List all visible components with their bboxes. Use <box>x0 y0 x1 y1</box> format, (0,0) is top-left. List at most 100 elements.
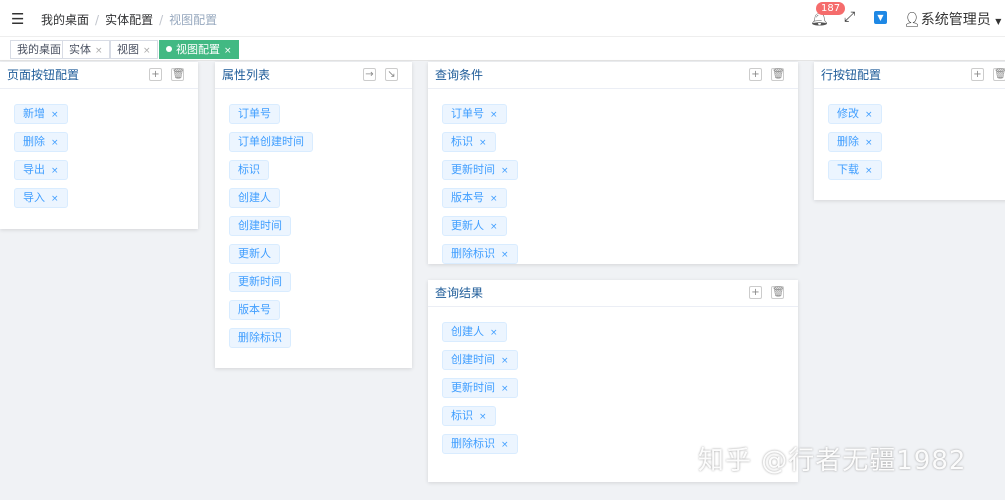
close-icon[interactable]: × <box>143 46 151 56</box>
tag-label: 更新人 <box>451 219 484 232</box>
field-tag[interactable]: 删除标识 <box>229 328 291 348</box>
close-icon[interactable]: × <box>490 222 498 232</box>
close-icon[interactable]: × <box>865 166 873 176</box>
field-tag[interactable]: 删除 × <box>14 132 68 152</box>
field-tag[interactable]: 更新时间 × <box>442 378 518 398</box>
field-tag[interactable]: 更新人 <box>229 244 280 264</box>
tag-label: 下载 <box>837 163 859 176</box>
close-icon[interactable]: × <box>865 110 873 120</box>
panel-header: 行按钮配置 + 🗑︎ <box>814 62 1005 89</box>
field-tag[interactable]: 创建时间 × <box>442 350 518 370</box>
tag-label: 更新时间 <box>451 163 495 176</box>
tag-label: 标识 <box>238 163 260 176</box>
panel-title: 属性列表 <box>222 68 271 82</box>
tag-label: 更新时间 <box>238 275 282 288</box>
user-menu[interactable]: 👤︎系统管理员 ▼ <box>903 9 1001 29</box>
close-icon[interactable]: × <box>501 356 509 366</box>
field-tag[interactable]: 创建时间 <box>229 216 291 236</box>
tag-label: 导入 <box>23 191 45 204</box>
field-tag[interactable]: 订单号 <box>229 104 280 124</box>
tag-label: 导出 <box>23 163 45 176</box>
close-icon[interactable]: × <box>224 46 232 56</box>
field-tag[interactable]: 更新人 × <box>442 216 507 236</box>
close-icon[interactable]: × <box>490 110 498 120</box>
close-icon[interactable]: × <box>490 194 498 204</box>
panel-title: 查询条件 <box>435 68 484 82</box>
plus-icon[interactable]: + <box>749 286 762 299</box>
trash-icon[interactable]: 🗑︎ <box>171 68 185 81</box>
field-tag[interactable]: 更新时间 × <box>442 160 518 180</box>
field-tag[interactable]: 创建人 <box>229 188 280 208</box>
field-tag[interactable]: 修改 × <box>828 104 882 124</box>
active-dot-icon <box>166 46 172 52</box>
arrow-down-right-icon[interactable]: ↘ <box>385 68 398 81</box>
field-tag[interactable]: 下载 × <box>828 160 882 180</box>
field-tag[interactable]: 订单号 × <box>442 104 507 124</box>
breadcrumb-item[interactable]: 我的桌面 <box>41 13 89 27</box>
field-tag[interactable]: 删除标识 × <box>442 434 518 454</box>
dropdown-square-icon[interactable]: ▼ <box>874 11 887 24</box>
field-tag[interactable]: 版本号 <box>229 300 280 320</box>
tab-view[interactable]: 视图 × <box>110 40 158 59</box>
field-tag[interactable]: 订单创建时间 <box>229 132 313 152</box>
tab-desktop[interactable]: 我的桌面 <box>10 40 68 59</box>
tag-label: 订单号 <box>451 107 484 120</box>
plus-icon[interactable]: + <box>971 68 984 81</box>
plus-icon[interactable]: + <box>749 68 762 81</box>
field-tag[interactable]: 新增 × <box>14 104 68 124</box>
breadcrumb: 我的桌面 / 实体配置 / 视图配置 <box>41 13 218 27</box>
notification-badge: 187 <box>816 2 846 15</box>
close-icon[interactable]: × <box>95 46 103 56</box>
panel-title: 行按钮配置 <box>821 68 882 82</box>
field-tag[interactable]: 更新时间 <box>229 272 291 292</box>
field-tag[interactable]: 删除标识 × <box>442 244 518 264</box>
tab-label: 视图 <box>117 43 139 56</box>
trash-icon[interactable]: 🗑︎ <box>993 68 1005 81</box>
close-icon[interactable]: × <box>51 110 59 120</box>
close-icon[interactable]: × <box>501 384 509 394</box>
tab-entity[interactable]: 实体 × <box>62 40 110 59</box>
top-navbar: ☰ 我的桌面 / 实体配置 / 视图配置 🔔︎ 187 ⤢ ▼ 👤︎系统管理员 ▼ <box>0 0 1005 37</box>
panel-header: 页面按钮配置 + 🗑︎ <box>0 62 198 89</box>
arrow-right-icon[interactable]: → <box>363 68 376 81</box>
tab-view-config[interactable]: 视图配置 × <box>159 40 239 59</box>
close-icon[interactable]: × <box>490 328 498 338</box>
field-tag[interactable]: 标识 × <box>442 406 496 426</box>
fullscreen-icon[interactable]: ⤢ <box>844 9 855 25</box>
field-tag[interactable]: 标识 × <box>442 132 496 152</box>
close-icon[interactable]: × <box>865 138 873 148</box>
hamburger-icon[interactable]: ☰ <box>11 10 24 28</box>
close-icon[interactable]: × <box>501 250 509 260</box>
panel-title: 查询结果 <box>435 286 484 300</box>
field-tag[interactable]: 导出 × <box>14 160 68 180</box>
field-tag[interactable]: 版本号 × <box>442 188 507 208</box>
trash-icon[interactable]: 🗑︎ <box>771 68 785 81</box>
field-tag[interactable]: 删除 × <box>828 132 882 152</box>
field-tag[interactable]: 创建人 × <box>442 322 507 342</box>
panel-header: 查询结果 + 🗑︎ <box>428 280 798 307</box>
close-icon[interactable]: × <box>51 166 59 176</box>
field-tag[interactable]: 导入 × <box>14 188 68 208</box>
close-icon[interactable]: × <box>479 412 487 422</box>
tag-label: 创建人 <box>451 325 484 338</box>
close-icon[interactable]: × <box>501 440 509 450</box>
tag-label: 创建人 <box>238 191 271 204</box>
tag-label: 删除标识 <box>238 331 282 344</box>
panel-title: 页面按钮配置 <box>7 68 80 82</box>
trash-icon[interactable]: 🗑︎ <box>771 286 785 299</box>
tag-label: 创建时间 <box>451 353 495 366</box>
close-icon[interactable]: × <box>51 138 59 148</box>
close-icon[interactable]: × <box>479 138 487 148</box>
tag-label: 更新时间 <box>451 381 495 394</box>
close-icon[interactable]: × <box>501 166 509 176</box>
plus-icon[interactable]: + <box>149 68 162 81</box>
tag-label: 版本号 <box>238 303 271 316</box>
tag-label: 标识 <box>451 135 473 148</box>
tag-label: 标识 <box>451 409 473 422</box>
field-tag[interactable]: 标识 <box>229 160 269 180</box>
breadcrumb-item[interactable]: 实体配置 <box>105 13 153 27</box>
tab-label: 实体 <box>69 43 91 56</box>
username: 系统管理员 <box>920 12 991 28</box>
close-icon[interactable]: × <box>51 194 59 204</box>
panel-header: 查询条件 + 🗑︎ <box>428 62 798 89</box>
